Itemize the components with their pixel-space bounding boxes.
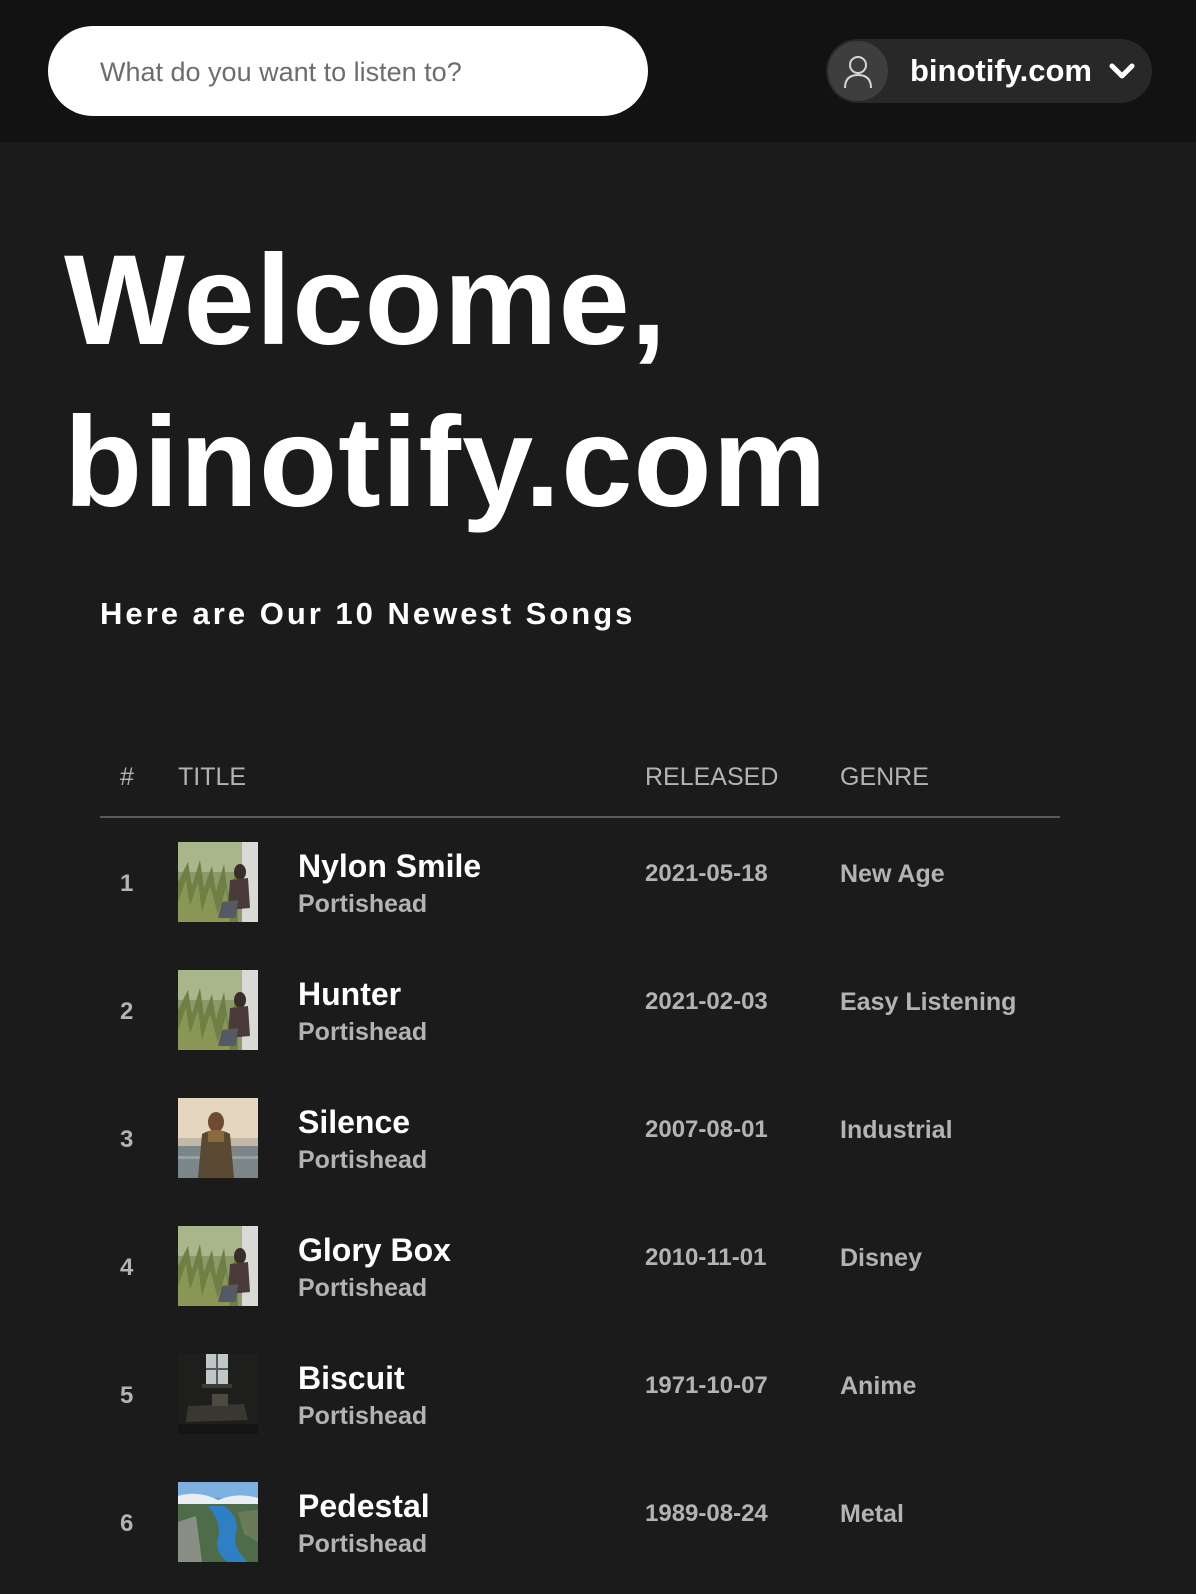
user-name: binotify.com [910,53,1092,88]
album-cover [178,1482,258,1562]
release-date: 1989-08-24 [645,1500,768,1527]
song-row[interactable]: 1 Nylon Smile Portishead 2021-05-18 New … [100,842,1060,970]
welcome-heading: Welcome, binotify.com [64,220,827,544]
welcome-line-2: binotify.com [64,391,828,534]
genre: Anime [840,1372,917,1400]
release-date: 2021-02-03 [645,988,768,1015]
track-number: 4 [120,1254,134,1281]
artist-name[interactable]: Portishead [298,1146,427,1175]
artist-name[interactable]: Portishead [298,1018,427,1047]
artist-name[interactable]: Portishead [298,890,427,919]
chevron-down-icon[interactable] [1109,63,1135,86]
track-number: 6 [120,1510,134,1537]
search-input[interactable] [98,26,622,118]
song-row[interactable]: 2 Hunter Portishead 2021-02-03 Easy List… [100,970,1060,1098]
song-title[interactable]: Hunter [298,976,401,1013]
song-title[interactable]: Nylon Smile [298,848,481,885]
table-header: # TITLE RELEASED GENRE [100,758,1060,818]
user-menu-button[interactable]: binotify.com [826,39,1152,103]
song-title[interactable]: Biscuit [298,1360,405,1397]
album-cover [178,970,258,1050]
genre: New Age [840,860,945,888]
song-row[interactable]: 6 Pedestal Portishead 1989-08-24 Metal [100,1482,1060,1572]
artist-name[interactable]: Portishead [298,1274,427,1303]
section-title: Here are Our 10 Newest Songs [100,596,636,631]
album-cover [178,1354,258,1434]
album-cover [178,1226,258,1306]
genre: Metal [840,1500,904,1528]
column-header-num: # [120,763,134,791]
song-title[interactable]: Glory Box [298,1232,451,1269]
avatar[interactable] [828,41,888,101]
column-header-genre: GENRE [840,763,929,791]
release-date: 1971-10-07 [645,1372,768,1399]
genre: Industrial [840,1116,953,1144]
column-header-released: RELEASED [645,763,779,791]
song-title[interactable]: Silence [298,1104,410,1141]
song-row[interactable]: 5 Biscuit Portishead 1971-10-07 Anime [100,1354,1060,1482]
top-bar: binotify.com [0,0,1196,142]
album-cover [178,1098,258,1178]
release-date: 2010-11-01 [645,1244,767,1271]
release-date: 2021-05-18 [645,860,768,887]
artist-name[interactable]: Portishead [298,1402,427,1431]
track-number: 2 [120,998,134,1025]
genre: Easy Listening [840,988,1017,1016]
artist-name[interactable]: Portishead [298,1530,427,1559]
song-row[interactable]: 3 Silence Portishead 2007-08-01 Industri… [100,1098,1060,1226]
song-title[interactable]: Pedestal [298,1488,430,1525]
album-cover [178,842,258,922]
column-header-title: TITLE [178,763,247,791]
genre: Disney [840,1244,922,1272]
track-number: 1 [120,870,134,897]
song-row[interactable]: 4 Glory Box Portishead 2010-11-01 Disney [100,1226,1060,1354]
track-number: 5 [120,1382,134,1409]
track-number: 3 [120,1126,134,1153]
welcome-line-1: Welcome, [64,229,668,372]
release-date: 2007-08-01 [645,1116,768,1143]
search-box[interactable] [48,26,648,118]
